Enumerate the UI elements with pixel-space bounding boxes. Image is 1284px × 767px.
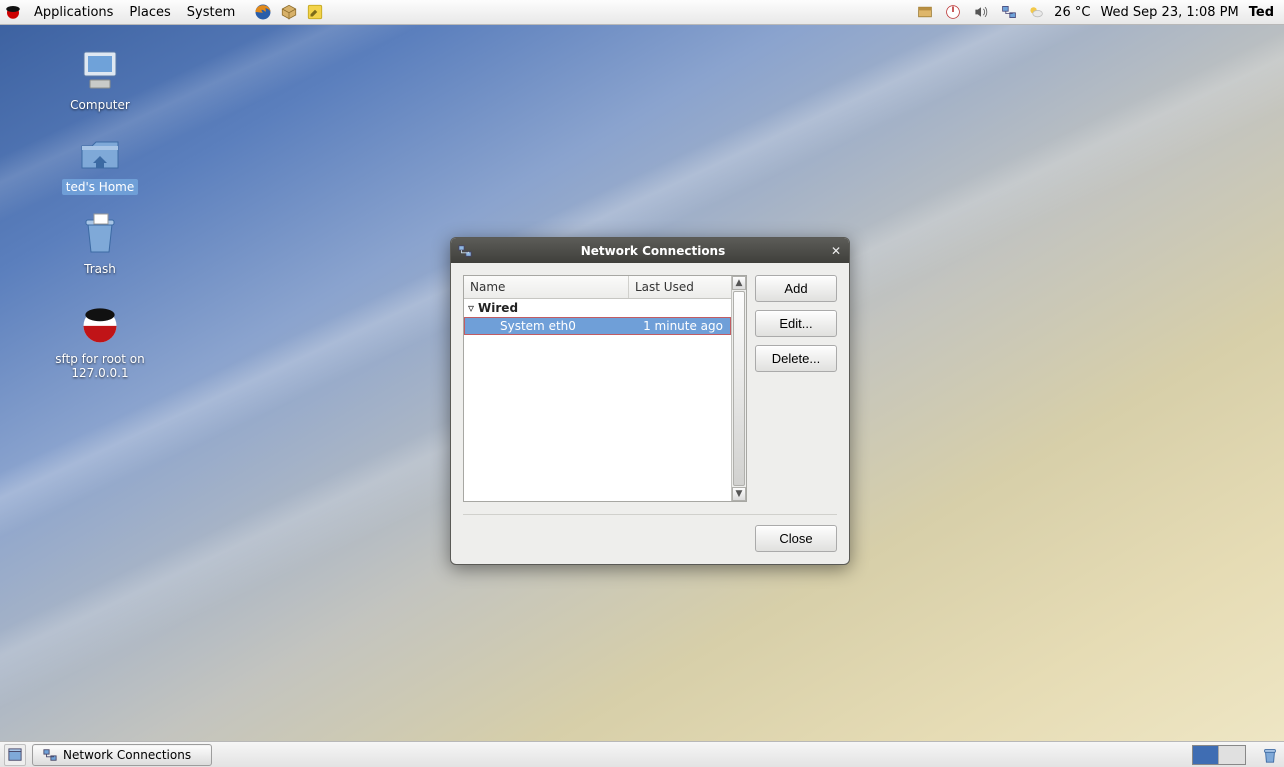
task-label: Network Connections: [63, 748, 191, 762]
weather-icon[interactable]: [1028, 3, 1044, 21]
top-panel: Applications Places System 26 °C Wed Sep…: [0, 0, 1284, 25]
clock[interactable]: Wed Sep 23, 1:08 PM: [1100, 5, 1238, 20]
desktop-icon-label: Computer: [66, 97, 134, 113]
update-manager-icon[interactable]: [916, 3, 934, 21]
workspace-pager: [1192, 745, 1246, 765]
temperature-readout: 26 °C: [1054, 5, 1090, 20]
tree-row-system-eth0[interactable]: System eth0 1 minute ago: [464, 317, 731, 335]
package-manager-icon[interactable]: [279, 2, 299, 22]
scroll-up-icon[interactable]: ▲: [732, 276, 746, 290]
workspace-1[interactable]: [1193, 746, 1219, 764]
dialog-title: Network Connections: [479, 244, 827, 258]
user-menu[interactable]: Ted: [1249, 5, 1274, 20]
tree-group-wired[interactable]: ▿ Wired: [464, 299, 731, 317]
close-icon[interactable]: ✕: [827, 242, 845, 260]
distro-icon: [4, 3, 22, 21]
desktop-icon-label: ted's Home: [62, 179, 139, 195]
column-last-used[interactable]: Last Used: [629, 276, 731, 298]
desktop-icon-sftp[interactable]: sftp for root on 127.0.0.1: [40, 300, 160, 381]
desktop-icon-computer[interactable]: Computer: [40, 46, 160, 113]
menu-system[interactable]: System: [179, 0, 243, 25]
row-name: System eth0: [500, 319, 627, 333]
group-label: Wired: [478, 301, 518, 315]
trash-icon: [76, 210, 124, 258]
system-tray: 26 °C Wed Sep 23, 1:08 PM Ted: [916, 3, 1280, 21]
column-name[interactable]: Name: [464, 276, 629, 298]
close-button[interactable]: Close: [755, 525, 837, 552]
delete-button[interactable]: Delete...: [755, 345, 837, 372]
desktop-icon-label: Trash: [80, 261, 120, 277]
scroll-down-icon[interactable]: ▼: [732, 487, 746, 501]
home-folder-icon: [76, 128, 124, 176]
scroll-thumb[interactable]: [733, 291, 745, 486]
computer-icon: [76, 46, 124, 94]
menu-places[interactable]: Places: [121, 0, 178, 25]
task-icon: [43, 748, 57, 762]
add-button[interactable]: Add: [755, 275, 837, 302]
notes-icon[interactable]: [305, 2, 325, 22]
redhat-sphere-icon: [76, 300, 124, 348]
tree-scrollbar[interactable]: ▲ ▼: [731, 276, 746, 501]
desktop-icon-home[interactable]: ted's Home: [40, 128, 160, 195]
dialog-titlebar[interactable]: Network Connections ✕: [451, 238, 849, 263]
edit-button[interactable]: Edit...: [755, 310, 837, 337]
task-network-connections[interactable]: Network Connections: [32, 744, 212, 766]
volume-icon[interactable]: [972, 3, 990, 21]
desktop-icon-label: sftp for root on 127.0.0.1: [40, 351, 160, 381]
dialog-icon: [457, 243, 473, 259]
row-last-used: 1 minute ago: [627, 319, 727, 333]
quick-launch: [253, 2, 325, 22]
workspace-2[interactable]: [1219, 746, 1245, 764]
firefox-icon[interactable]: [253, 2, 273, 22]
trash-applet-icon[interactable]: [1260, 745, 1280, 765]
show-desktop-button[interactable]: [4, 744, 26, 766]
bottom-panel: Network Connections: [0, 741, 1284, 767]
menu-applications[interactable]: Applications: [26, 0, 121, 25]
tree-header: Name Last Used: [464, 276, 731, 299]
network-connections-dialog: Network Connections ✕ Name Last Used ▿ W…: [450, 237, 850, 565]
chevron-down-icon: ▿: [468, 301, 474, 315]
main-menu-bar: Applications Places System: [26, 0, 243, 25]
connections-tree[interactable]: Name Last Used ▿ Wired System eth0 1 min…: [464, 276, 731, 501]
network-manager-icon[interactable]: [1000, 3, 1018, 21]
cpu-meter-icon[interactable]: [944, 3, 962, 21]
desktop-icon-trash[interactable]: Trash: [40, 210, 160, 277]
